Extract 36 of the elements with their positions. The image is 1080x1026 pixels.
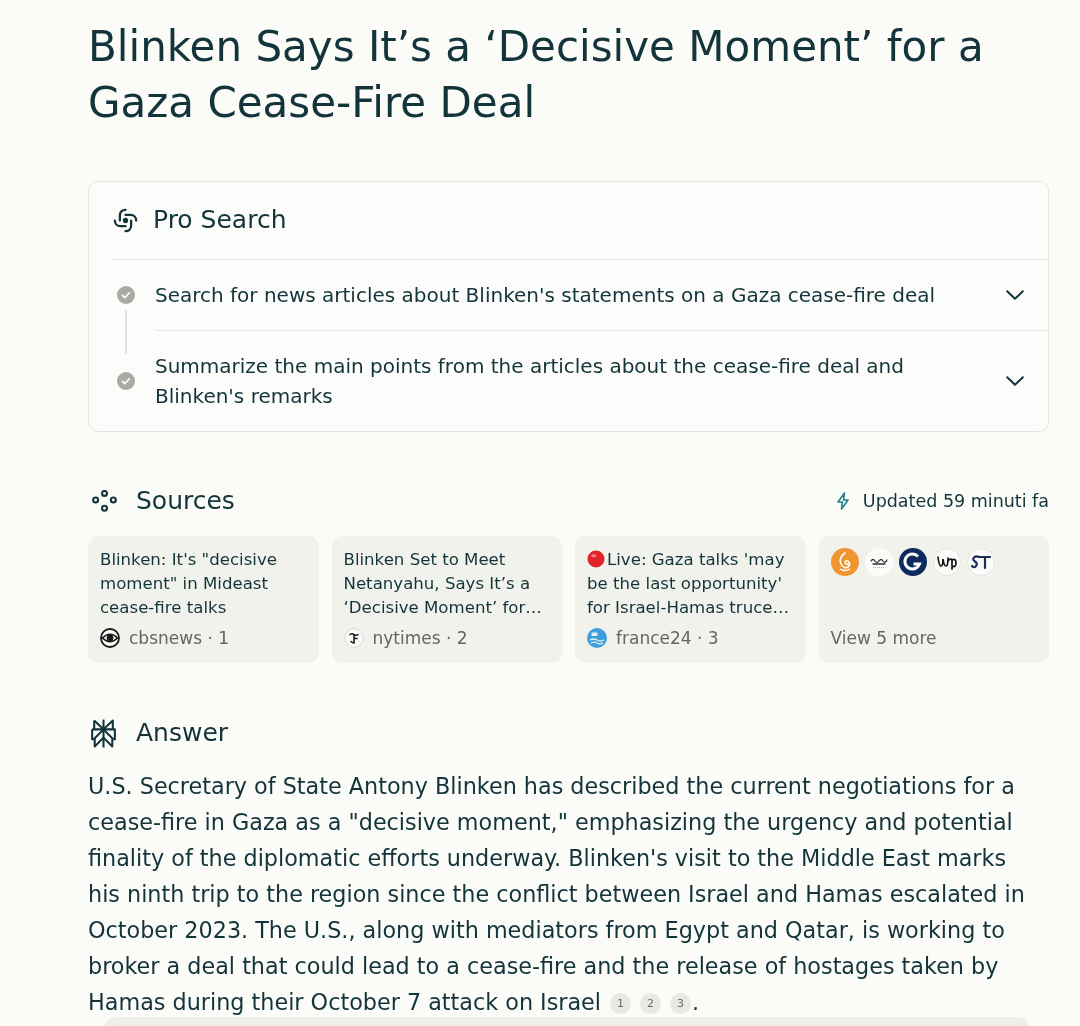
dots-icon xyxy=(92,490,117,512)
pinwheel-icon xyxy=(112,206,139,234)
article-title: Blinken Says It’s a ‘Decisive Moment’ for a Gaza Cease-Fire Deal xyxy=(88,21,985,129)
pro-search-title: Pro Search xyxy=(153,204,287,236)
citation-link[interactable]: 2 xyxy=(640,993,662,1014)
logo-icon xyxy=(587,628,607,648)
source-card-title: Live: Gaza talks 'may be the last opportunity' for Israel-Hamas truce… xyxy=(587,550,790,617)
logo-icon xyxy=(90,717,117,749)
chevron-down-icon[interactable] xyxy=(1006,290,1024,300)
answer-title: Answer xyxy=(136,717,229,749)
logo-icon xyxy=(898,548,927,576)
source-card[interactable]: Live: Gaza talks 'may be the last opportunity' for Israel-Hamas truce… france24 · 3 xyxy=(575,536,806,663)
logo-icon xyxy=(343,628,364,648)
sources-title: Sources xyxy=(136,485,235,517)
step-text: Search for news articles about Blinken's statements on a Gaza cease-fire deal xyxy=(155,282,937,309)
source-name: cbsnews · 1 xyxy=(129,628,230,648)
source-card[interactable]: Blinken Set to Meet Netanyahu, Says It’s a ‘Decisive Moment’ for… nytimes · 2 xyxy=(331,536,562,663)
logo-icon xyxy=(830,548,859,576)
chevron-down-icon[interactable] xyxy=(1006,376,1024,386)
source-card[interactable]: Blinken: It's "decisive moment" in Mideast cease-fire talks cbsnews · 1 xyxy=(88,536,319,663)
lightning-icon xyxy=(835,492,850,510)
source-card-title: Blinken Set to Meet Netanyahu, Says It’s a ‘Decisive Moment’ for… xyxy=(343,550,542,617)
answer-text: U.S. Secretary of State Antony Blinken has described the current negotiations for a cease-fire in Gaza as a "decisive moment," emphasizing the urgency and potential finality of the diplomatic efforts underway. Blinken's visit to the Middle East marks his ninth trip to the region since the conflict between Israel and Hamas escalated in October 2023. The U.S., along with mediators from Egypt and Qatar, is working to broker a deal that could lead to a cease-fire and the release of hostages taken by Hamas during their October 7 attack on Israel 1 2 3 . xyxy=(88,772,1026,1017)
updated-time: Updated 59 minuti fa xyxy=(862,490,1049,513)
logo-icon xyxy=(966,548,995,576)
eye-logo-icon xyxy=(100,628,120,648)
view-more-label: View 5 more xyxy=(830,628,938,648)
logo-icon xyxy=(932,548,961,576)
view-more-card[interactable]: View 5 more xyxy=(818,536,1049,663)
citation-link[interactable]: 3 xyxy=(670,993,692,1014)
source-card-title: Blinken: It's "decisive moment" in Mideast cease-fire talks xyxy=(100,550,277,617)
step-text: Summarize the main points from the articles about the cease-fire deal and Blinken's remarks xyxy=(155,353,905,410)
source-name: france24 · 3 xyxy=(616,628,719,648)
logo-icon xyxy=(864,548,893,576)
citation-link[interactable]: 1 xyxy=(610,993,632,1014)
source-name: nytimes · 2 xyxy=(372,628,468,648)
